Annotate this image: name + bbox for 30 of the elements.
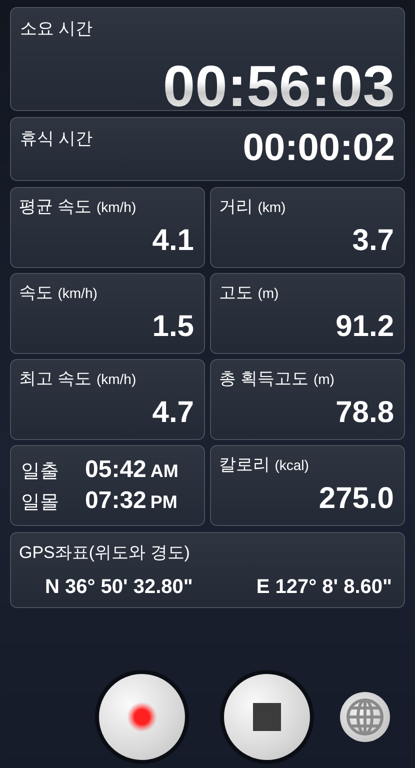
stat-label: 고도 (m): [219, 282, 280, 304]
timer-value: 00:00:02: [242, 129, 395, 171]
stat-label: 거리 (km): [219, 196, 287, 218]
stat-value: 3.7: [352, 226, 394, 256]
stat-value: 4.1: [152, 226, 194, 256]
stat-value: 78.8: [336, 398, 394, 428]
sun-label: 일몰: [21, 491, 60, 516]
stat-label: 속도 (km/h): [19, 282, 98, 304]
stat-label: 총 획득고도 (m): [219, 368, 336, 390]
record-icon: [127, 702, 157, 732]
latitude: N 36° 50' 32.80": [45, 576, 193, 599]
time-period: PM: [150, 492, 178, 514]
sun-time: 07:32: [85, 487, 146, 516]
sun-time: 05:42: [85, 456, 146, 484]
longitude: E 127° 8' 8.60": [256, 576, 392, 599]
globe-icon: [345, 697, 385, 737]
stat-value: 275.0: [318, 484, 394, 514]
time-period: AM: [150, 460, 178, 482]
stat-value: 4.7: [152, 398, 194, 428]
timer-label: 휴식 시간: [20, 128, 93, 150]
stat-value: 1.5: [152, 312, 194, 342]
sun-label: 일출: [21, 460, 60, 484]
globe-button[interactable]: [340, 692, 390, 742]
stat-label: 칼로리 (kcal): [219, 454, 310, 476]
stat-value: 91.2: [336, 312, 394, 342]
stop-icon: [253, 703, 281, 731]
stat-label: 평균 속도 (km/h): [19, 196, 138, 218]
timer-label: 소요 시간: [20, 18, 94, 40]
stat-label: 최고 속도 (km/h): [19, 368, 138, 390]
gps-label: GPS좌표(위도와 경도): [19, 542, 191, 564]
